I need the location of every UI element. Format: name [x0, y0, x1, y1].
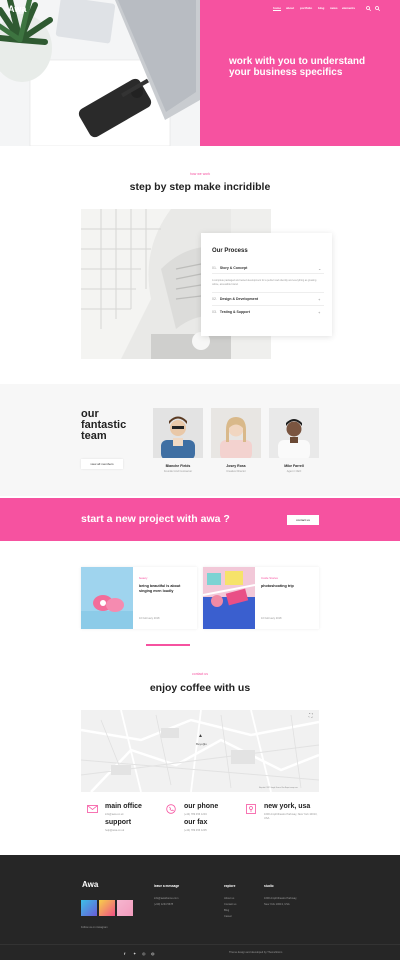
- phone-number[interactable]: (+44) 789 456 1234: [184, 813, 207, 816]
- footer-phone[interactable]: (+90) 1234 5678: [154, 903, 173, 906]
- member-name: Mike Farrell: [284, 464, 304, 468]
- contact-title: enjoy coffee with us: [149, 682, 251, 694]
- post-date: 10 February 2018: [261, 617, 282, 620]
- nav-blog[interactable]: blog: [318, 6, 324, 10]
- view-members-button[interactable]: view all members: [81, 459, 123, 469]
- divider: [212, 305, 324, 306]
- map-pin-icon[interactable]: ▲: [198, 733, 203, 739]
- process-kicker: how we work: [189, 172, 211, 176]
- footer-col-title: leave a message: [154, 884, 180, 888]
- map-label: Beyoğlu: [196, 742, 207, 746]
- twitter-icon[interactable]: ✦: [133, 951, 136, 956]
- process-item-testing[interactable]: 03. Testing & Support: [212, 310, 250, 314]
- post-title[interactable]: being beautiful is about singing even lo…: [139, 584, 193, 594]
- cta-text: start a new project with awa ?: [81, 513, 230, 525]
- search-icon[interactable]: [375, 6, 380, 11]
- hero-section: Awa home about portfolio blog news eleme…: [0, 0, 400, 146]
- footer-address-line: New York 10013, USA: [264, 903, 290, 906]
- process-item-design[interactable]: 02. Design & Development: [212, 297, 258, 301]
- footer-col-title: studio: [264, 884, 274, 888]
- map[interactable]: ▲ Beyoğlu ⛶ Map data ©2017 Google Terms …: [81, 710, 319, 792]
- footer-link[interactable]: About us: [224, 897, 234, 900]
- plus-icon[interactable]: +: [318, 310, 320, 315]
- contact-support: support: [105, 819, 132, 826]
- footer-divider: [0, 944, 400, 945]
- dribbble-icon[interactable]: ◍: [151, 951, 155, 956]
- mail-icon: [87, 805, 98, 813]
- footer-link[interactable]: Blog: [224, 909, 229, 912]
- footer-col-title: explore: [224, 884, 236, 888]
- team-title: our fantastic team: [81, 408, 127, 442]
- support-email[interactable]: help@awa.co.uk: [105, 829, 124, 832]
- member-role: Creative Director: [226, 470, 246, 473]
- post-image: [203, 567, 255, 629]
- footer-link[interactable]: Career: [224, 915, 232, 918]
- divider: [212, 292, 324, 293]
- member-photo[interactable]: [211, 408, 261, 458]
- instagram-icon[interactable]: ◎: [142, 951, 146, 956]
- footer-address-line: 1600 Amphitheatre Parkway,: [264, 897, 297, 900]
- post-title[interactable]: photoshooting trip: [261, 584, 315, 589]
- instagram-thumb[interactable]: [99, 900, 115, 916]
- footer-email[interactable]: info@awatheme.com: [154, 897, 178, 900]
- copyright: Theme design and developed by ThemeStorm: [229, 951, 283, 954]
- carousel-indicator[interactable]: [146, 644, 190, 646]
- post-category: Inside Stories: [261, 576, 278, 580]
- hero-headline: work with you to understand your busines…: [229, 56, 366, 78]
- post-image: [81, 567, 133, 629]
- contact-fax: our fax: [184, 819, 208, 826]
- contact-us-button[interactable]: contact us: [287, 515, 319, 525]
- member-name: Blanche Fields: [165, 464, 191, 468]
- member-photo[interactable]: [153, 408, 203, 458]
- divider: [212, 273, 324, 274]
- nav-portfolio[interactable]: portfolio: [300, 6, 312, 10]
- post-card[interactable]: beauty being beautiful is about singing …: [81, 567, 197, 629]
- chevron-down-icon[interactable]: ⌄: [318, 266, 321, 271]
- nav-news[interactable]: news: [330, 6, 338, 10]
- nav-home[interactable]: home: [273, 6, 281, 10]
- fax-number: (+44) 789 456 1235: [184, 829, 207, 832]
- contact-email[interactable]: info@awa.co.uk: [105, 813, 124, 816]
- contact-kicker: contact us: [192, 672, 208, 676]
- post-card[interactable]: Inside Stories photoshooting trip 10 Feb…: [203, 567, 319, 629]
- search-icon[interactable]: [366, 6, 371, 11]
- logo[interactable]: Awa: [8, 4, 26, 14]
- map-icon: [246, 804, 256, 814]
- address: 1600 Amphitheatre Parkway, New York 1001…: [264, 813, 318, 820]
- contact-location: new york, usa: [264, 803, 311, 810]
- process-description: A complete packaged and tested developme…: [212, 279, 317, 286]
- member-role: Founder And Ceo/owner: [163, 470, 193, 473]
- process-card-title: Our Process: [212, 248, 248, 254]
- fullscreen-icon[interactable]: ⛶: [309, 713, 313, 719]
- footer-link[interactable]: Contact us: [224, 903, 236, 906]
- process-title: step by step make incridible: [129, 181, 271, 193]
- facebook-icon[interactable]: f: [124, 951, 125, 956]
- member-photo[interactable]: [269, 408, 319, 458]
- plus-icon[interactable]: +: [318, 297, 320, 302]
- nav-about[interactable]: about: [286, 6, 294, 10]
- post-category: beauty: [139, 576, 148, 580]
- phone-icon: [166, 804, 176, 814]
- map-credit: Map data ©2017 Google Terms of Use Repor…: [259, 788, 298, 789]
- nav-elements[interactable]: elements: [342, 6, 355, 10]
- hero-photo: [0, 0, 200, 146]
- member-name: Josey Ross: [226, 464, 246, 468]
- footer-logo[interactable]: Awa: [82, 880, 98, 889]
- instagram-thumb[interactable]: [117, 900, 133, 916]
- workspace-illustration: [0, 0, 200, 146]
- instagram-follow[interactable]: Follow us on instagram: [81, 926, 108, 929]
- member-role: Agent / CEO: [286, 470, 302, 473]
- contact-phone: our phone: [184, 803, 219, 810]
- post-date: 10 February 2018: [139, 617, 160, 620]
- instagram-thumb[interactable]: [81, 900, 97, 916]
- process-card: Our Process 01. Story & Concept ⌄ A compl…: [201, 233, 332, 336]
- contact-main-office: main office: [105, 803, 142, 810]
- process-item-story[interactable]: 01. Story & Concept: [212, 266, 247, 270]
